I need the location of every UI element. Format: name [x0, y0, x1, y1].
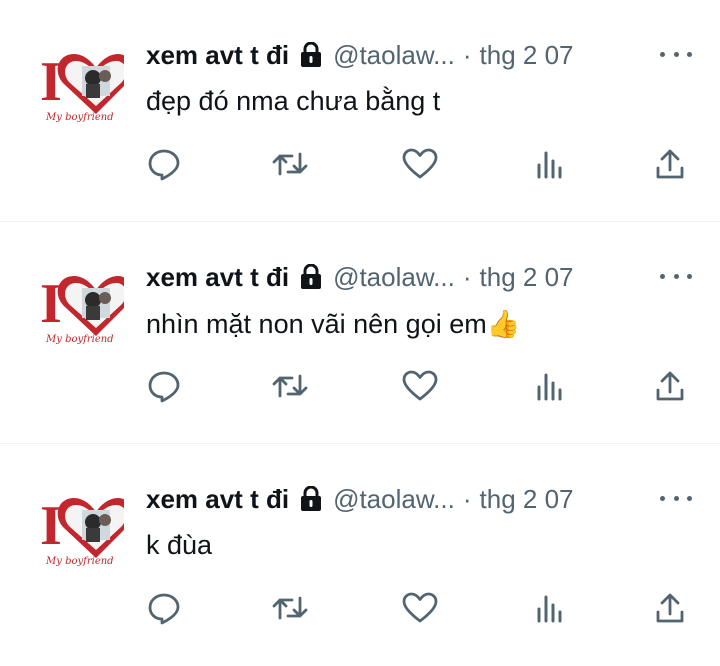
tweet-actions	[146, 368, 686, 404]
display-name[interactable]: xem avt t đi	[146, 40, 289, 71]
separator: ·	[462, 261, 472, 292]
separator: ·	[462, 39, 472, 70]
display-name[interactable]: xem avt t đi	[146, 262, 289, 293]
separator: ·	[462, 483, 472, 514]
tweet-feed: I My boyfriend xem avt t đi @taolaw... ·…	[0, 0, 720, 666]
retweet-icon[interactable]	[272, 368, 308, 404]
tweet[interactable]: I My boyfriend xem avt t đi @taolaw... ·…	[0, 222, 720, 444]
share-icon[interactable]	[652, 368, 688, 404]
tweet-header: xem avt t đi @taolaw... · thg 2 07	[146, 482, 574, 516]
user-handle[interactable]: @taolaw...	[333, 484, 455, 515]
avatar[interactable]: I My boyfriend	[40, 40, 132, 124]
reply-icon[interactable]	[146, 590, 182, 626]
display-name[interactable]: xem avt t đi	[146, 484, 289, 515]
retweet-icon[interactable]	[272, 590, 308, 626]
retweet-icon[interactable]	[272, 146, 308, 182]
tweet-actions	[146, 590, 686, 626]
tweet-actions	[146, 146, 686, 182]
heart-icon[interactable]	[402, 368, 438, 404]
tweet-header: xem avt t đi @taolaw... · thg 2 07	[146, 38, 574, 72]
timestamp[interactable]: thg 2 07	[480, 40, 574, 71]
lock-icon	[299, 486, 323, 512]
avatar-caption: My boyfriend	[45, 334, 114, 345]
reply-icon[interactable]	[146, 146, 182, 182]
user-handle[interactable]: @taolaw...	[333, 40, 455, 71]
heart-icon[interactable]	[402, 146, 438, 182]
tweet-text: nhìn mặt non vãi nên gọi em👍	[146, 309, 521, 339]
tweet[interactable]: I My boyfriend xem avt t đi @taolaw... ·…	[0, 0, 720, 222]
avatar-caption: My boyfriend	[45, 112, 114, 123]
tweet-text: đẹp đó nma chưa bằng t	[146, 86, 441, 116]
lock-icon	[299, 264, 323, 290]
user-handle[interactable]: @taolaw...	[333, 262, 455, 293]
views-icon[interactable]	[532, 368, 568, 404]
share-icon[interactable]	[652, 146, 688, 182]
lock-icon	[299, 42, 323, 68]
tweet-header: xem avt t đi @taolaw... · thg 2 07	[146, 260, 574, 294]
views-icon[interactable]	[532, 590, 568, 626]
heart-icon[interactable]	[402, 590, 438, 626]
tweet-text: k đùa	[146, 530, 213, 560]
avatar-letter: I	[40, 273, 62, 335]
avatar[interactable]: I My boyfriend	[40, 262, 132, 346]
more-horizontal-icon[interactable]	[660, 488, 692, 508]
avatar-caption: My boyfriend	[45, 556, 114, 567]
avatar-letter: I	[40, 51, 62, 113]
reply-icon[interactable]	[146, 368, 182, 404]
more-horizontal-icon[interactable]	[660, 44, 692, 64]
timestamp[interactable]: thg 2 07	[480, 484, 574, 515]
avatar-letter: I	[40, 495, 62, 557]
views-icon[interactable]	[532, 146, 568, 182]
more-horizontal-icon[interactable]	[660, 266, 692, 286]
avatar[interactable]: I My boyfriend	[40, 484, 132, 568]
share-icon[interactable]	[652, 590, 688, 626]
tweet[interactable]: I My boyfriend xem avt t đi @taolaw... ·…	[0, 444, 720, 666]
timestamp[interactable]: thg 2 07	[480, 262, 574, 293]
